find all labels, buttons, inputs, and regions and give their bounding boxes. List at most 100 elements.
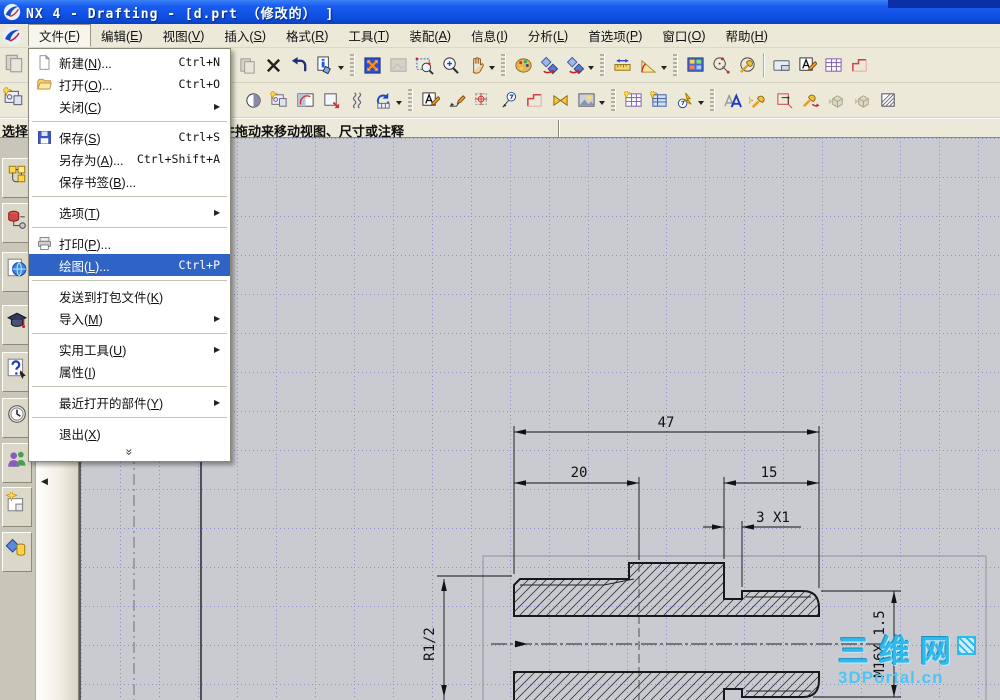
- base-view-button[interactable]: [266, 87, 292, 113]
- menubar-item-assemblies[interactable]: 装配(A): [399, 24, 461, 47]
- menu-item-properties[interactable]: 属性(I): [29, 360, 230, 382]
- toolbar-grip[interactable]: [611, 89, 616, 111]
- menu-item-save[interactable]: 保存(S) Ctrl+S: [29, 126, 230, 148]
- system-materials-button[interactable]: [2, 532, 32, 572]
- menubar-item-help[interactable]: 帮助(H): [715, 24, 777, 47]
- menu-item-import[interactable]: 导入(M) ▶: [29, 307, 230, 329]
- menubar-item-window[interactable]: 窗口(O): [652, 24, 715, 47]
- orient-view-button[interactable]: [562, 52, 588, 78]
- edit-dimension-button[interactable]: [734, 52, 760, 78]
- menu-item-save-bookmark[interactable]: 保存书签(B)...: [29, 170, 230, 192]
- menu-bar: 文件(F) 编辑(E) 视图(V) 插入(S) 格式(R) 工具(T) 装配(A…: [0, 24, 1000, 48]
- zoom-box-button[interactable]: [411, 52, 437, 78]
- information-button[interactable]: [312, 52, 338, 78]
- view-boundary-button[interactable]: [771, 87, 797, 113]
- table-button[interactable]: [620, 87, 646, 113]
- leader-dimension-button[interactable]: [443, 87, 469, 113]
- measure-distance-button[interactable]: [609, 52, 635, 78]
- menubar-item-file[interactable]: 文件(F): [28, 24, 91, 47]
- toolbar-grip[interactable]: [710, 89, 715, 111]
- text-style-button[interactable]: [719, 87, 745, 113]
- menubar-item-view[interactable]: 视图(V): [153, 24, 215, 47]
- target-point-button[interactable]: [469, 87, 495, 113]
- menu-item-recent-parts[interactable]: 最近打开的部件(Y) ▶: [29, 391, 230, 413]
- zoom-in-out-button[interactable]: [437, 52, 463, 78]
- menu-item-plot[interactable]: 绘图(L)... Ctrl+P: [29, 254, 230, 276]
- parts-list-button[interactable]: [646, 87, 672, 113]
- dropdown-arrow-icon[interactable]: [338, 65, 344, 73]
- menu-item-save-as[interactable]: 另存为(A)... Ctrl+Shift+A: [29, 148, 230, 170]
- image-button[interactable]: [573, 87, 599, 113]
- drawing-frame-button[interactable]: [846, 52, 872, 78]
- toolbar-grip[interactable]: [501, 54, 506, 76]
- menubar-item-format[interactable]: 格式(R): [276, 24, 338, 47]
- toolbar-grip[interactable]: [673, 54, 678, 76]
- dropdown-arrow-icon[interactable]: [661, 65, 667, 73]
- projected-view-button[interactable]: [318, 87, 344, 113]
- edit-view-button[interactable]: [797, 87, 823, 113]
- menu-item-print[interactable]: 打印(P)...: [29, 232, 230, 254]
- note-button[interactable]: [417, 87, 443, 113]
- rotate-view-button[interactable]: [536, 52, 562, 78]
- intersection-symbol-button[interactable]: [521, 87, 547, 113]
- tabular-note-button[interactable]: [820, 52, 846, 78]
- submenu-arrow-icon: ▶: [214, 207, 221, 217]
- assembly-navigator-icon: [6, 163, 28, 185]
- delete-button[interactable]: [260, 52, 286, 78]
- dropdown-arrow-icon[interactable]: [599, 100, 605, 108]
- paste-button[interactable]: [234, 52, 260, 78]
- solid-view-disabled-button: [823, 87, 849, 113]
- title-bar[interactable]: NX 4 - Drafting - [d.prt （修改的） ]: [0, 0, 1000, 24]
- menu-expand-chevron[interactable]: »: [29, 444, 230, 459]
- auto-balloon-button[interactable]: [672, 87, 698, 113]
- update-views-button[interactable]: [370, 87, 396, 113]
- submenu-arrow-icon: ▶: [214, 101, 221, 111]
- menu-item-close[interactable]: 关闭(C) ▶: [29, 95, 230, 117]
- new-palette-button[interactable]: [2, 487, 32, 527]
- save-icon: [29, 130, 59, 145]
- menu-item-exit[interactable]: 退出(X): [29, 422, 230, 444]
- pan-button[interactable]: [463, 52, 489, 78]
- menu-item-new[interactable]: 新建(N)... Ctrl+N: [29, 51, 230, 73]
- menubar-item-insert[interactable]: 插入(S): [214, 24, 276, 47]
- menu-item-open[interactable]: 打开(O)... Ctrl+O: [29, 73, 230, 95]
- dropdown-arrow-icon[interactable]: [698, 100, 704, 108]
- crosshatch-button[interactable]: [875, 87, 901, 113]
- diameter-dimension-button[interactable]: [708, 52, 734, 78]
- menubar-item-tools[interactable]: 工具(T): [338, 24, 399, 47]
- section-view-button[interactable]: [292, 87, 318, 113]
- menubar-item-edit[interactable]: 编辑(E): [91, 24, 153, 47]
- svg-text:3 X1: 3 X1: [756, 510, 790, 526]
- toolbar-grip[interactable]: [408, 89, 413, 111]
- menu-item-send-package[interactable]: 发送到打包文件(K): [29, 285, 230, 307]
- collapse-left-icon[interactable]: ◀: [41, 476, 48, 487]
- fit-view-button[interactable]: [359, 52, 385, 78]
- toolbar-grip[interactable]: [600, 54, 605, 76]
- view-window-button[interactable]: [768, 52, 794, 78]
- display-mode-button[interactable]: [510, 52, 536, 78]
- menubar-item-information[interactable]: 信息(I): [461, 24, 518, 47]
- watermark: 三维网 3DPortal.cn: [838, 636, 976, 686]
- nx-logo-icon: [3, 3, 21, 21]
- half-section-button[interactable]: [240, 87, 266, 113]
- menubar-item-analysis[interactable]: 分析(L): [518, 24, 578, 47]
- menubar-item-preferences[interactable]: 首选项(P): [578, 24, 652, 47]
- dropdown-arrow-icon[interactable]: [489, 65, 495, 73]
- dropdown-arrow-icon[interactable]: [588, 65, 594, 73]
- weld-symbol-button[interactable]: [547, 87, 573, 113]
- open-folder-icon: [29, 77, 59, 92]
- id-symbol-button[interactable]: [495, 87, 521, 113]
- watermark-url: 3DPortal.cn: [838, 668, 944, 687]
- view-layout-button[interactable]: [682, 52, 708, 78]
- dropdown-arrow-icon[interactable]: [396, 100, 402, 108]
- measure-angle-button[interactable]: [635, 52, 661, 78]
- annotation-style-button[interactable]: [745, 87, 771, 113]
- toolbar-grip[interactable]: [350, 54, 355, 76]
- toolbar-edge-icon: [3, 52, 25, 74]
- break-view-button[interactable]: [344, 87, 370, 113]
- annotation-editor-button[interactable]: [794, 52, 820, 78]
- undo-button[interactable]: [286, 52, 312, 78]
- menu-item-options[interactable]: 选项(T) ▶: [29, 201, 230, 223]
- menu-item-utilities[interactable]: 实用工具(U) ▶: [29, 338, 230, 360]
- watermark-title: 三维网: [838, 634, 961, 669]
